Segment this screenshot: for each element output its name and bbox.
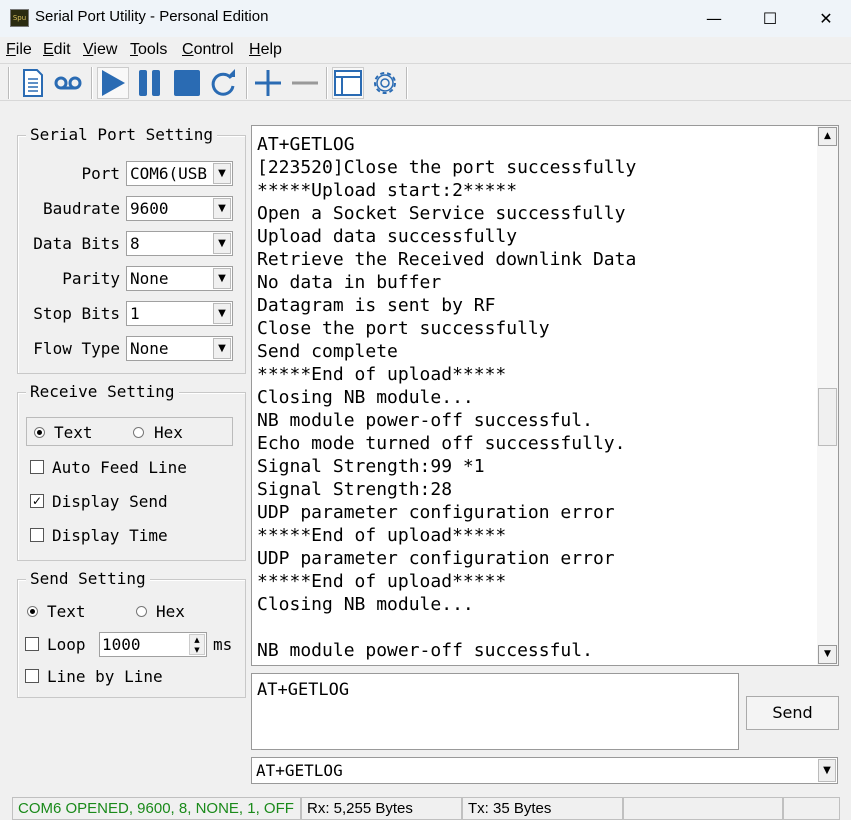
chevron-down-icon: ▼ [213, 163, 231, 184]
loop-interval-input[interactable]: 1000 ▲ ▼ [99, 632, 207, 657]
menu-file[interactable]: File [6, 41, 32, 59]
pause-icon[interactable] [134, 67, 166, 99]
serial-port-setting-title: Serial Port Setting [26, 125, 218, 144]
chevron-down-icon: ▼ [213, 303, 231, 324]
parity-label: Parity [62, 269, 120, 288]
scroll-thumb[interactable] [818, 388, 837, 446]
send-hex-label: Hex [156, 602, 185, 621]
scroll-up-icon[interactable]: ▲ [818, 127, 837, 146]
record-icon[interactable] [52, 67, 84, 99]
auto-feed-line-label: Auto Feed Line [52, 458, 187, 477]
menu-help[interactable]: Help [249, 41, 282, 59]
receive-setting-title: Receive Setting [26, 382, 179, 401]
flow-type-label: Flow Type [33, 339, 120, 358]
chevron-down-icon: ▼ [213, 233, 231, 254]
ms-label: ms [213, 635, 233, 654]
stop-bits-select[interactable]: 1 ▼ [126, 301, 233, 326]
scroll-down-icon[interactable]: ▼ [818, 645, 837, 664]
play-icon[interactable] [97, 67, 129, 99]
display-time-label: Display Time [52, 526, 168, 545]
menu-edit[interactable]: Edit [43, 41, 71, 59]
send-hex-radio[interactable] [136, 606, 147, 617]
menu-view[interactable]: View [83, 41, 117, 59]
display-send-label: Display Send [52, 492, 168, 511]
port-label: Port [81, 164, 120, 183]
window-title: Serial Port Utility - Personal Edition [35, 8, 269, 25]
send-setting-title: Send Setting [26, 569, 150, 588]
parity-select[interactable]: None ▼ [126, 266, 233, 291]
display-send-checkbox[interactable]: ✓ [30, 494, 44, 508]
receive-text-label: Text [54, 423, 93, 442]
chevron-down-icon[interactable]: ▼ [818, 759, 836, 782]
chevron-down-icon: ▼ [213, 338, 231, 359]
close-button[interactable]: ✕ [801, 0, 851, 37]
line-by-line-label: Line by Line [47, 667, 163, 686]
document-icon[interactable] [17, 67, 49, 99]
send-button[interactable]: Send [746, 696, 839, 730]
send-input[interactable]: AT+GETLOG [251, 673, 739, 750]
receive-log[interactable]: AT+GETLOG [223520]Close the port success… [251, 125, 839, 666]
log-text: AT+GETLOG [223520]Close the port success… [257, 134, 637, 665]
chevron-down-icon: ▼ [213, 198, 231, 219]
send-text-radio[interactable] [27, 606, 38, 617]
loop-label: Loop [47, 635, 86, 654]
data-bits-label: Data Bits [33, 234, 120, 253]
loop-interval-stepper[interactable]: ▲ ▼ [189, 634, 205, 655]
menu-bar: File Edit View Tools Control Help [0, 38, 851, 62]
stop-bits-label: Stop Bits [33, 304, 120, 323]
loop-checkbox[interactable] [25, 637, 39, 651]
window-icon[interactable] [332, 67, 364, 99]
status-panel-empty-2 [783, 797, 840, 820]
minimize-button[interactable]: — [689, 0, 739, 37]
chevron-down-icon: ▼ [213, 268, 231, 289]
receive-text-radio[interactable] [34, 427, 45, 438]
rx-count: Rx: 5,255 Bytes [301, 797, 462, 820]
tx-count: Tx: 35 Bytes [462, 797, 623, 820]
receive-hex-radio[interactable] [133, 427, 144, 438]
baudrate-select[interactable]: 9600 ▼ [126, 196, 233, 221]
send-text-label: Text [47, 602, 86, 621]
minus-icon[interactable] [289, 67, 321, 99]
maximize-button[interactable]: ☐ [745, 0, 795, 37]
menu-tools[interactable]: Tools [130, 41, 167, 59]
command-history-combo[interactable]: AT+GETLOG ▼ [251, 757, 838, 784]
line-by-line-checkbox[interactable] [25, 669, 39, 683]
data-bits-select[interactable]: 8 ▼ [126, 231, 233, 256]
plus-icon[interactable] [252, 67, 284, 99]
receive-hex-label: Hex [154, 423, 183, 442]
stop-icon[interactable] [171, 67, 203, 99]
title-bar: Spu Serial Port Utility - Personal Editi… [0, 0, 851, 37]
flow-type-select[interactable]: None ▼ [126, 336, 233, 361]
status-panel-empty [623, 797, 783, 820]
app-icon: Spu [10, 9, 29, 27]
status-bar: COM6 OPENED, 9600, 8, NONE, 1, OFF Rx: 5… [0, 797, 851, 820]
log-scrollbar[interactable]: ▲ ▼ [817, 126, 838, 665]
gear-icon[interactable] [369, 67, 401, 99]
port-select[interactable]: COM6(USB ▼ [126, 161, 233, 186]
connection-status: COM6 OPENED, 9600, 8, NONE, 1, OFF [12, 797, 301, 820]
baudrate-label: Baudrate [42, 199, 120, 218]
display-time-checkbox[interactable] [30, 528, 44, 542]
menu-control[interactable]: Control [182, 41, 234, 59]
auto-feed-line-checkbox[interactable] [30, 460, 44, 474]
refresh-icon[interactable] [207, 67, 239, 99]
toolbar [0, 63, 851, 101]
